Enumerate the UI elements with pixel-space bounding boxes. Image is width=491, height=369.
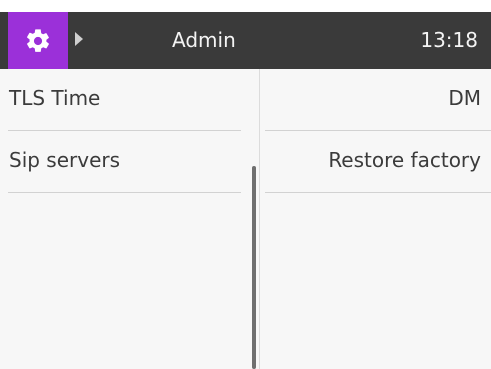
scrollbar[interactable] xyxy=(252,166,256,369)
menu-item-label: DM xyxy=(448,86,481,110)
menu-item-label: Restore factory xyxy=(328,148,481,172)
left-column: TLS Time Sip servers xyxy=(8,69,241,369)
admin-screen: Admin 13:18 TLS Time Sip servers DM Rest… xyxy=(0,0,491,369)
settings-button[interactable] xyxy=(8,12,68,69)
clock: 13:18 xyxy=(420,28,478,52)
menu-item-label: TLS Time xyxy=(9,86,101,110)
menu-item-label: Sip servers xyxy=(9,148,121,172)
menu-panel: TLS Time Sip servers DM Restore factory xyxy=(0,69,491,369)
menu-item-sip-servers[interactable]: Sip servers xyxy=(8,131,241,193)
right-column: DM Restore factory xyxy=(265,69,491,369)
column-divider xyxy=(259,69,260,369)
menu-item-restore-factory[interactable]: Restore factory xyxy=(265,131,491,193)
triangle-right-icon xyxy=(75,32,83,46)
top-bar: Admin 13:18 xyxy=(0,12,491,69)
page-title: Admin xyxy=(172,28,236,52)
menu-item-tls-time[interactable]: TLS Time xyxy=(8,69,241,131)
gear-icon xyxy=(27,29,49,52)
menu-item-dm[interactable]: DM xyxy=(265,69,491,131)
